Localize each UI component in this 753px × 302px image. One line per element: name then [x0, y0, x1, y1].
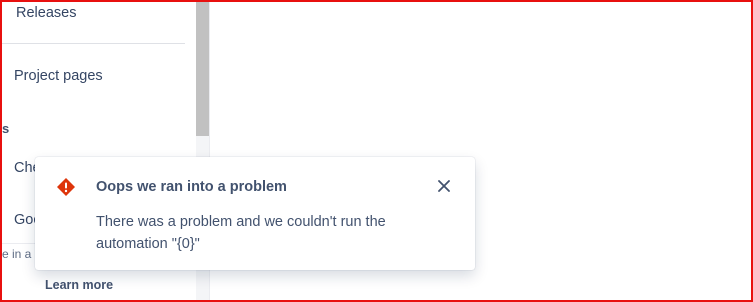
error-icon — [56, 177, 76, 197]
close-button[interactable] — [433, 177, 455, 199]
sidebar-scroll-thumb[interactable] — [196, 2, 209, 136]
sidebar-section-heading: s — [2, 121, 10, 136]
flag-title: Oops we ran into a problem — [96, 179, 287, 195]
sidebar-divider — [2, 43, 185, 44]
learn-more-link[interactable]: Learn more — [45, 278, 113, 292]
flag-message: There was a problem and we couldn't run … — [96, 214, 386, 252]
error-flag: Oops we ran into a problem There was a p… — [35, 157, 475, 270]
sidebar-item-project-pages[interactable]: Project pages — [14, 68, 103, 84]
sidebar-item-releases[interactable]: Releases — [16, 5, 76, 21]
close-icon — [438, 179, 450, 197]
